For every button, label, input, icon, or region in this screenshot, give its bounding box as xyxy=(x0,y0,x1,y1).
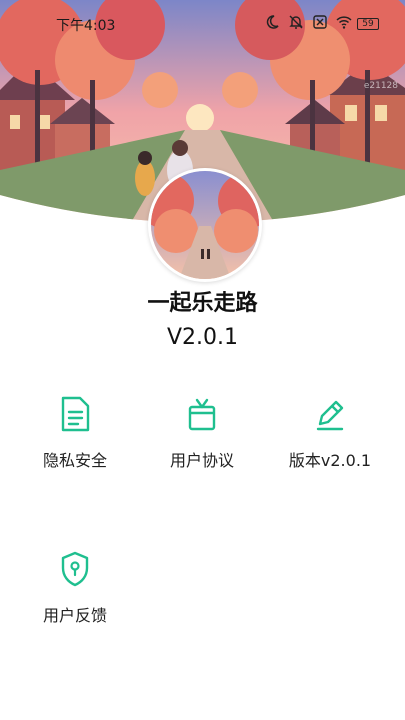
menu-item-label: 隐私安全 xyxy=(42,451,107,470)
app-logo-avatar xyxy=(148,168,262,282)
app-version: V2.0.1 xyxy=(166,325,239,350)
menu-item-user-agreement[interactable]: 用户协议 xyxy=(142,395,262,471)
menu-item-version[interactable]: 版本v2.0.1 xyxy=(270,395,390,471)
menu-item-feedback[interactable]: 用户反馈 xyxy=(15,550,135,626)
app-name: 一起乐走路 xyxy=(147,291,258,316)
menu-item-label: 用户协议 xyxy=(169,451,234,470)
watermark-text: e21128 xyxy=(364,81,398,91)
sim-icon xyxy=(313,15,327,29)
shield-icon xyxy=(61,551,89,587)
status-time: 下午4:03 xyxy=(56,18,116,34)
menu-item-privacy[interactable]: 隐私安全 xyxy=(15,395,135,471)
battery-icon: 59 xyxy=(357,18,379,30)
menu-item-label: 版本v2.0.1 xyxy=(288,451,372,470)
moon-icon xyxy=(266,15,279,29)
status-bar: 下午4:03 59 xyxy=(0,0,405,48)
pencil-icon xyxy=(316,400,344,431)
menu-item-label: 用户反馈 xyxy=(42,606,107,625)
bell-off-icon xyxy=(289,15,303,29)
document-icon xyxy=(61,396,90,432)
wifi-icon xyxy=(336,16,352,29)
gift-box-icon xyxy=(188,398,216,431)
